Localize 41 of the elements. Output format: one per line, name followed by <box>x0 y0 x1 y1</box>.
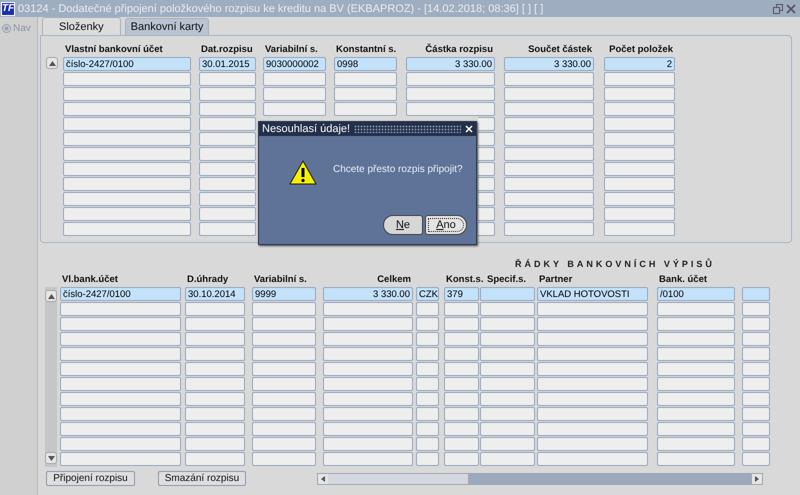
table-cell[interactable]: 3 330.00 <box>406 57 495 71</box>
table-cell[interactable]: 0998 <box>334 57 397 71</box>
table-cell[interactable]: číslo-2427/0100 <box>63 57 191 71</box>
table-cell[interactable]: číslo-2427/0100 <box>60 287 181 301</box>
dialog-title: Nesouhlasí údaje! <box>262 123 350 135</box>
column-header: Počet položek <box>608 43 674 57</box>
table-cell[interactable]: 9030000002 <box>263 57 326 71</box>
column-header: Celkem <box>376 273 412 287</box>
table-cell[interactable]: VKLAD HOTOVOSTI <box>537 287 648 301</box>
section-title: ŘÁDKY BANKOVNÍCH VÝPISŮ <box>515 259 716 269</box>
dialog-button[interactable]: Ano <box>425 215 467 235</box>
tab[interactable]: Bankovní karty <box>124 18 210 35</box>
table-cell[interactable]: 2 <box>604 57 675 71</box>
table-cell[interactable]: CZK <box>416 287 439 301</box>
column-header: Bank. účet <box>658 273 708 287</box>
column-header: Vlastní bankovní účet <box>64 43 164 57</box>
action-button[interactable]: Připojení rozpisu <box>46 471 135 486</box>
column-header: Konstantní s. <box>335 43 398 57</box>
column-header: Součet částek <box>527 43 593 57</box>
column-header: Konst.s. <box>445 273 484 287</box>
table-cell[interactable]: 30.10.2014 <box>185 287 245 301</box>
column-header: D.úhrady <box>186 273 230 287</box>
column-header: Částka rozpisu <box>424 42 494 57</box>
app-logo: TF <box>1 2 15 16</box>
table-cell[interactable]: 30.01.2015 <box>199 57 256 71</box>
table-cell[interactable]: /0100 <box>657 287 735 301</box>
window-title: 03124 - Dodatečné připojení položkového rozpisu ke kreditu na BV (EKBAPROZ) - [14.02.2018; 08:36] [ ] [ ] <box>18 2 544 14</box>
column-header: Specif.s. <box>486 273 528 287</box>
column-header: Dat.rozpisu <box>200 43 254 57</box>
tab[interactable]: Složenky <box>42 17 121 35</box>
column-header: Variabilní s. <box>264 43 319 57</box>
table-cell[interactable]: 3 330.00 <box>504 57 594 71</box>
dialog-button[interactable]: Ne <box>383 215 423 235</box>
column-header: Variabilní s. <box>253 273 308 287</box>
table-cell[interactable]: 9999 <box>252 287 316 301</box>
dialog-message: Chcete přesto rozpis připojit? <box>333 164 463 175</box>
table-cell[interactable]: 379 <box>444 287 479 301</box>
action-button[interactable]: Smazání rozpisu <box>158 471 246 486</box>
table-cell[interactable]: 3 330.00 <box>323 287 413 301</box>
column-header: Partner <box>538 273 574 287</box>
column-header: Vl.bank.účet <box>61 273 119 287</box>
